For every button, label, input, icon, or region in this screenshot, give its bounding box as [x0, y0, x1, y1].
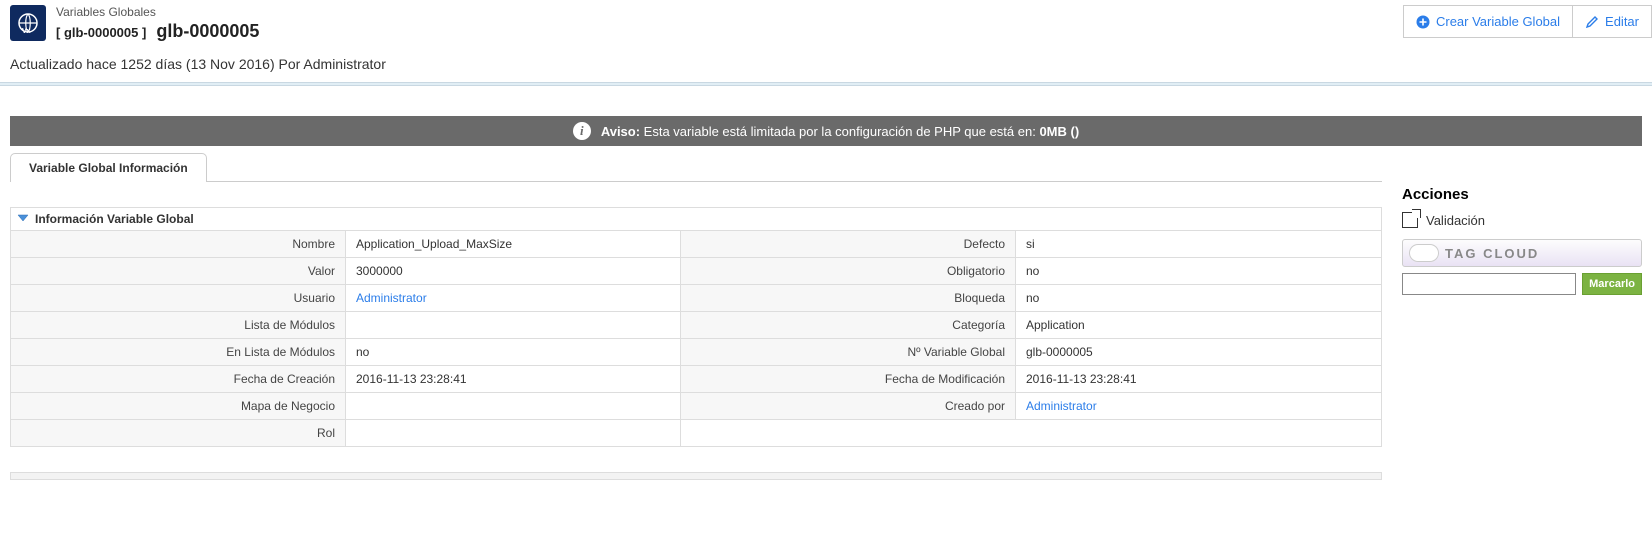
bottom-strip: [10, 472, 1382, 480]
label-fecha-creacion: Fecha de Creación: [11, 366, 346, 393]
value-usuario-link[interactable]: Administrator: [356, 291, 427, 305]
plus-circle-icon: [1416, 15, 1430, 29]
acciones-heading: Acciones: [1402, 186, 1642, 203]
value-valor: 3000000: [346, 258, 681, 285]
label-usuario: Usuario: [11, 285, 346, 312]
value-creado-por-link[interactable]: Administrator: [1026, 399, 1097, 413]
label-defecto: Defecto: [681, 231, 1016, 258]
label-valor: Valor: [11, 258, 346, 285]
notice-prefix: Aviso:: [601, 124, 640, 139]
label-creado-por: Creado por: [681, 393, 1016, 420]
module-icon: Vx: [10, 5, 46, 41]
label-fecha-modificacion: Fecha de Modificación: [681, 366, 1016, 393]
value-mapa-negocio: [346, 393, 681, 420]
record-code: [ glb-0000005 ]: [56, 25, 146, 40]
pencil-icon: [1585, 15, 1599, 29]
action-validacion-label: Validación: [1426, 213, 1485, 228]
info-icon: i: [573, 122, 591, 140]
value-categoria: Application: [1016, 312, 1382, 339]
value-defecto: si: [1016, 231, 1382, 258]
value-en-lista-modulos: no: [346, 339, 681, 366]
cloud-icon: [1409, 244, 1439, 262]
external-link-icon: [1402, 212, 1418, 228]
panel-toggle[interactable]: Información Variable Global: [10, 207, 1382, 230]
label-bloqueda: Bloqueda: [681, 285, 1016, 312]
value-nombre: Application_Upload_MaxSize: [346, 231, 681, 258]
value-bloqueda: no: [1016, 285, 1382, 312]
label-obligatorio: Obligatorio: [681, 258, 1016, 285]
page-title: glb-0000005: [156, 21, 259, 42]
notice-text: Esta variable está limitada por la confi…: [640, 124, 1039, 139]
label-en-lista-modulos: En Lista de Módulos: [11, 339, 346, 366]
tab-variable-global-info[interactable]: Variable Global Información: [10, 153, 207, 182]
value-fecha-modificacion: 2016-11-13 23:28:41: [1016, 366, 1382, 393]
label-mapa-negocio: Mapa de Negocio: [11, 393, 346, 420]
notice-suffix: 0MB (): [1039, 124, 1079, 139]
action-validacion[interactable]: Validación: [1402, 209, 1642, 231]
label-categoria: Categoría: [681, 312, 1016, 339]
value-num-var-global: glb-0000005: [1016, 339, 1382, 366]
tag-cloud-label: TAG CLOUD: [1445, 246, 1539, 261]
page-header: Vx Variables Globales [ glb-0000005 ] gl…: [0, 0, 1652, 50]
value-rol: [346, 420, 681, 447]
label-lista-modulos: Lista de Módulos: [11, 312, 346, 339]
value-lista-modulos: [346, 312, 681, 339]
create-variable-global-button[interactable]: Crear Variable Global: [1403, 5, 1572, 38]
label-num-var-global: Nº Variable Global: [681, 339, 1016, 366]
panel-title: Información Variable Global: [35, 212, 194, 226]
label-nombre: Nombre: [11, 231, 346, 258]
separator: [0, 82, 1652, 86]
label-rol: Rol: [11, 420, 346, 447]
updated-info: Actualizado hace 1252 días (13 Nov 2016)…: [0, 50, 1652, 82]
tabs: Variable Global Información: [10, 152, 1382, 182]
edit-button[interactable]: Editar: [1572, 5, 1652, 38]
tag-submit-button[interactable]: Marcarlo: [1582, 273, 1642, 295]
breadcrumb[interactable]: Variables Globales: [56, 5, 259, 19]
create-button-label: Crear Variable Global: [1436, 14, 1560, 29]
notice-bar: i Aviso: Esta variable está limitada por…: [10, 116, 1642, 146]
tag-cloud-widget: TAG CLOUD: [1402, 239, 1642, 267]
tag-input[interactable]: [1402, 273, 1576, 295]
svg-text:Vx: Vx: [22, 28, 31, 35]
value-fecha-creacion: 2016-11-13 23:28:41: [346, 366, 681, 393]
value-obligatorio: no: [1016, 258, 1382, 285]
edit-button-label: Editar: [1605, 14, 1639, 29]
detail-table: Nombre Application_Upload_MaxSize Defect…: [10, 230, 1382, 447]
chevron-down-icon: [17, 212, 29, 226]
